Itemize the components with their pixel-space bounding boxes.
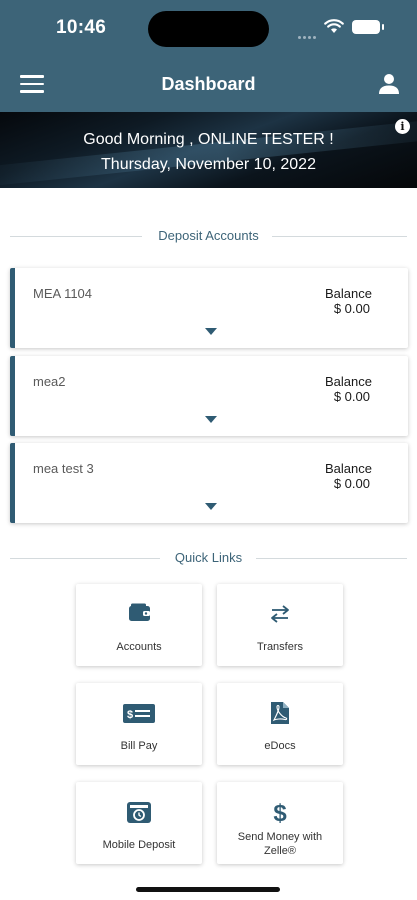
balance-value: $ 0.00 [333, 389, 370, 404]
balance-value: $ 0.00 [333, 476, 370, 491]
quick-links-label: Quick Links [166, 550, 251, 565]
account-card[interactable]: MEA 1104 Balance $ 0.00 [10, 268, 408, 348]
mobile-deposit-icon [127, 802, 151, 823]
greeting-text: Good Morning , ONLINE TESTER ! [83, 131, 334, 148]
dynamic-island [148, 11, 269, 47]
chevron-down-icon[interactable] [205, 328, 217, 335]
page-title: Dashboard [161, 74, 256, 94]
home-indicator[interactable] [136, 887, 280, 892]
tile-label: Accounts [116, 641, 162, 653]
signal-icon [298, 26, 318, 39]
tile-label: Send Money with Zelle® [237, 831, 323, 857]
chevron-down-icon[interactable] [205, 416, 217, 423]
status-time: 10:46 [56, 17, 107, 38]
tile-label: eDocs [264, 740, 296, 752]
balance-value: $ 0.00 [333, 301, 370, 316]
info-icon[interactable]: i [395, 119, 410, 134]
balance-label: Balance [325, 286, 372, 301]
quick-link-transfers[interactable]: Transfers [217, 584, 343, 666]
chevron-down-icon[interactable] [205, 503, 217, 510]
user-profile-icon[interactable] [378, 73, 400, 95]
balance-label: Balance [325, 461, 372, 476]
deposit-accounts-label: Deposit Accounts [150, 228, 267, 243]
balance-label: Balance [325, 374, 372, 389]
deposit-accounts-header: Deposit Accounts [10, 226, 407, 246]
pdf-document-icon [271, 702, 289, 724]
wifi-icon [324, 19, 344, 33]
tile-label: Mobile Deposit [102, 839, 176, 851]
transfer-arrows-icon [271, 605, 289, 623]
dollar-icon: $ [273, 800, 287, 824]
tile-label: Transfers [256, 641, 304, 653]
quick-link-zelle[interactable]: $ Send Money with Zelle® [217, 782, 343, 864]
quick-link-bill-pay[interactable]: $ Bill Pay [76, 683, 202, 765]
account-name: mea2 [33, 374, 66, 389]
quick-link-mobile-deposit[interactable]: Mobile Deposit [76, 782, 202, 864]
quick-links-header: Quick Links [10, 548, 407, 568]
battery-icon [352, 20, 384, 34]
svg-text:$: $ [127, 709, 133, 721]
account-card[interactable]: mea test 3 Balance $ 0.00 [10, 443, 408, 523]
account-name: mea test 3 [33, 461, 94, 476]
wallet-icon [129, 603, 150, 621]
date-text: Thursday, November 10, 2022 [101, 156, 316, 173]
tile-label: Bill Pay [120, 740, 158, 752]
status-bar: 10:46 [0, 0, 417, 56]
account-card[interactable]: mea2 Balance $ 0.00 [10, 356, 408, 436]
check-icon: $ [123, 704, 155, 723]
quick-link-edocs[interactable]: eDocs [217, 683, 343, 765]
top-nav-bar: Dashboard [0, 56, 417, 112]
svg-text:$: $ [273, 800, 287, 824]
account-name: MEA 1104 [33, 286, 93, 301]
greeting-banner: Good Morning , ONLINE TESTER ! Thursday,… [0, 112, 417, 188]
quick-link-accounts[interactable]: Accounts [76, 584, 202, 666]
